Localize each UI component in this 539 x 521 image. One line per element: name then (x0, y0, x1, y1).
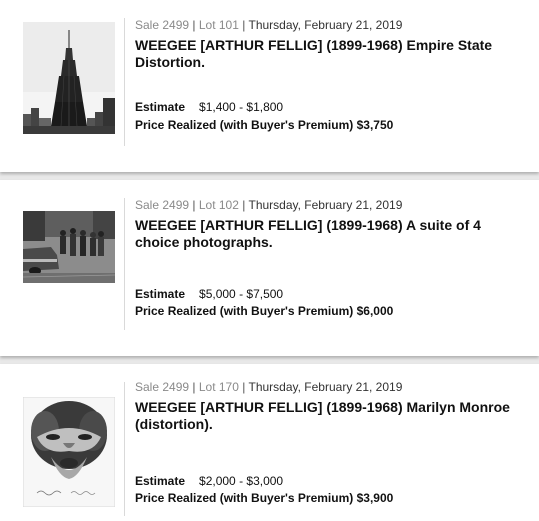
lot-title-link[interactable]: WEEGEE [ARTHUR FELLIG] (1899-1968) Maril… (135, 399, 515, 433)
lot-info: Sale 2499 | Lot 170 | Thursday, February… (135, 380, 525, 516)
estimate-label: Estimate (135, 100, 186, 114)
estimate-label: Estimate (135, 474, 186, 488)
separator: | (242, 198, 246, 212)
sale-date: Thursday, February 21, 2019 (248, 18, 403, 32)
price-realized-value: $3,900 (356, 491, 394, 505)
estimate-row: Estimate $1,400 - $1,800 (135, 100, 283, 115)
separator: | (192, 380, 196, 394)
lot-meta: Sale 2499 | Lot 102 | Thursday, February… (135, 198, 525, 212)
marilyn-monroe-photo[interactable] (23, 397, 115, 507)
sale-link[interactable]: Sale 2499 (135, 380, 189, 394)
price-realized-label: Price Realized (with Buyer's Premium) (135, 118, 354, 132)
lot-card[interactable]: Sale 2499 | Lot 102 | Thursday, February… (0, 180, 539, 356)
estimate-value: $5,000 - $7,500 (199, 287, 284, 301)
estimate-row: Estimate $5,000 - $7,500 (135, 287, 283, 302)
lot-title-link[interactable]: WEEGEE [ARTHUR FELLIG] (1899-1968) A sui… (135, 217, 515, 251)
sale-link[interactable]: Sale 2499 (135, 198, 189, 212)
lot-meta: Sale 2499 | Lot 170 | Thursday, February… (135, 380, 525, 394)
separator: | (192, 198, 196, 212)
divider (124, 382, 125, 516)
lot-number-link[interactable]: Lot 101 (199, 18, 239, 32)
divider (124, 198, 125, 330)
price-realized-value: $3,750 (356, 118, 394, 132)
estimate-row: Estimate $2,000 - $3,000 (135, 474, 283, 489)
price-realized-value: $6,000 (356, 304, 394, 318)
lot-title-link[interactable]: WEEGEE [ARTHUR FELLIG] (1899-1968) Empir… (135, 37, 515, 71)
price-realized-label: Price Realized (with Buyer's Premium) (135, 304, 354, 318)
lot-card[interactable]: Sale 2499 | Lot 101 | Thursday, February… (0, 0, 539, 172)
lot-meta: Sale 2499 | Lot 101 | Thursday, February… (135, 18, 525, 32)
sale-date: Thursday, February 21, 2019 (248, 380, 403, 394)
separator: | (242, 380, 246, 394)
lot-card[interactable]: Sale 2499 | Lot 170 | Thursday, February… (0, 364, 539, 521)
empire-state-photo[interactable] (23, 22, 115, 134)
lot-number-link[interactable]: Lot 170 (199, 380, 239, 394)
price-realized-label: Price Realized (with Buyer's Premium) (135, 491, 354, 505)
price-realized-row: Price Realized (with Buyer's Premium) $3… (135, 118, 393, 133)
street-scene-photo[interactable] (23, 211, 115, 283)
price-realized-row: Price Realized (with Buyer's Premium) $3… (135, 491, 393, 506)
lot-info: Sale 2499 | Lot 102 | Thursday, February… (135, 198, 525, 332)
price-realized-row: Price Realized (with Buyer's Premium) $6… (135, 304, 393, 319)
separator: | (192, 18, 196, 32)
lot-number-link[interactable]: Lot 102 (199, 198, 239, 212)
sale-link[interactable]: Sale 2499 (135, 18, 189, 32)
lot-info: Sale 2499 | Lot 101 | Thursday, February… (135, 18, 525, 148)
divider (124, 18, 125, 146)
estimate-value: $2,000 - $3,000 (199, 474, 284, 488)
lot-results-list: Sale 2499 | Lot 101 | Thursday, February… (0, 0, 539, 521)
estimate-label: Estimate (135, 287, 186, 301)
separator: | (242, 18, 246, 32)
estimate-value: $1,400 - $1,800 (199, 100, 284, 114)
sale-date: Thursday, February 21, 2019 (248, 198, 403, 212)
